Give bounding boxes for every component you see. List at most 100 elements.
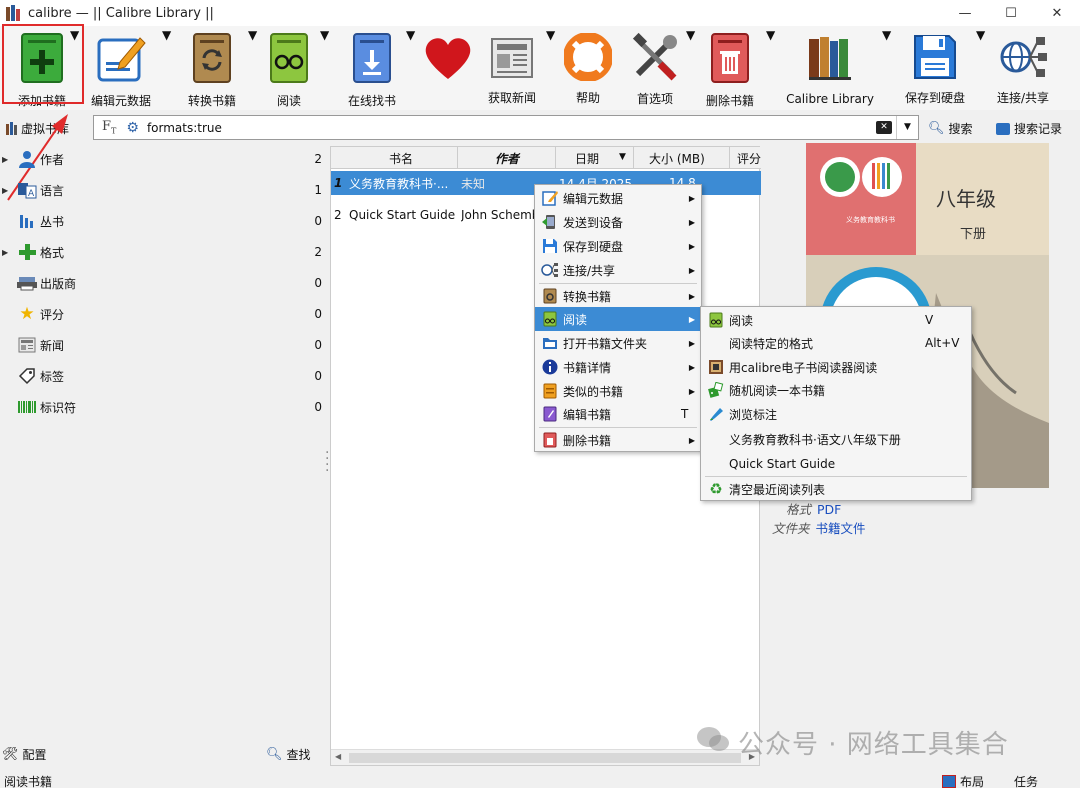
tag-category-languages[interactable]: ▶ A 语言 1	[0, 175, 326, 205]
read-book-label: 阅读	[276, 94, 301, 108]
edit-metadata-button[interactable]: 编辑元数据	[86, 28, 156, 108]
menu-item-send-to-device[interactable]: 发送到设备 ▶	[535, 210, 701, 234]
configure-button[interactable]: 🛠︎ 配置	[2, 746, 47, 763]
save-to-disk-button[interactable]: 保存到硬盘	[898, 28, 972, 106]
save-to-disk-label: 保存到硬盘	[904, 91, 965, 105]
title-bar: calibre — || Calibre Library || — ☐ ✕	[0, 0, 1080, 26]
menu-item-convert-book[interactable]: 转换书籍 ▶	[535, 284, 701, 308]
convert-book-button[interactable]: 转换书籍	[180, 28, 244, 108]
tag-category-label: 新闻	[40, 338, 65, 353]
tag-category-identifiers[interactable]: 标识符 0	[0, 392, 326, 422]
preferences-button[interactable]: 首选项	[626, 28, 684, 106]
expand-arrow-icon[interactable]: ▶	[2, 248, 12, 257]
row-number: 2	[334, 208, 342, 222]
column-header-date[interactable]: 日期	[575, 150, 599, 167]
donate-button[interactable]	[420, 28, 476, 106]
submenu-item-browse-annotations[interactable]: 浏览标注	[701, 402, 971, 426]
connect-share-icon	[998, 32, 1048, 81]
submenu-item-clear-recent[interactable]: ♻ 清空最近阅读列表	[701, 477, 971, 501]
gear-icon[interactable]: ⚙	[126, 120, 139, 136]
column-header-author[interactable]: 作者	[495, 150, 519, 167]
tag-category-label: 格式	[40, 245, 65, 260]
search-input[interactable]: FT ⚙ formats:true ✕ ▼	[93, 115, 919, 140]
layout-button[interactable]: 布局	[942, 773, 984, 788]
column-header-rating[interactable]: 评分	[737, 150, 761, 167]
submenu-item-recent-book-1[interactable]: 义务教育教科书·语文八年级下册	[701, 427, 971, 451]
column-header-title[interactable]: 书名	[389, 150, 413, 167]
fetch-news-button[interactable]: 获取新闻	[482, 28, 542, 106]
jobs-button[interactable]: 任务	[1014, 773, 1038, 788]
expand-arrow-icon[interactable]: ▶	[2, 186, 12, 195]
menu-item-read[interactable]: 阅读 ▶	[535, 307, 701, 331]
tag-category-authors[interactable]: ▶ 作者 2	[0, 144, 326, 174]
connect-share-label: 连接/共享	[996, 91, 1050, 105]
connect-share-icon	[541, 261, 559, 279]
expand-arrow-icon[interactable]: ▶	[2, 155, 12, 164]
main-toolbar: 添加书籍 ▼ 编辑元数据 ▼ 转换书籍 ▼ 阅读 ▼ 在线找书 ▼ 获取新闻 ▼…	[0, 26, 1080, 110]
submenu-item-read[interactable]: 阅读 V	[701, 308, 971, 332]
saved-search-button[interactable]: 搜索记录	[996, 120, 1062, 137]
folder-label: 文件夹	[772, 521, 810, 536]
delete-book-label: 删除书籍	[705, 94, 754, 108]
fetch-news-dropdown-arrow[interactable]: ▼	[546, 28, 555, 106]
submenu-item-recent-book-2[interactable]: Quick Start Guide	[701, 452, 971, 476]
tag-category-count: 2	[314, 152, 322, 166]
tag-category-news[interactable]: 新闻 0	[0, 330, 326, 360]
tag-category-rating[interactable]: ★ 评分 0	[0, 299, 326, 329]
folder-line: 文件夹 书籍文件	[772, 518, 866, 537]
configure-label: 配置	[22, 748, 47, 762]
book-title-cell: 义务教育教科书·...	[349, 176, 449, 191]
maximize-button[interactable]: ☐	[988, 0, 1034, 26]
close-window-button[interactable]: ✕	[1034, 0, 1080, 26]
connect-share-button[interactable]: 连接/共享	[990, 28, 1056, 106]
get-books-dropdown-arrow[interactable]: ▼	[406, 28, 415, 106]
delete-book-icon	[541, 431, 559, 449]
cover-volume-text: 下册	[960, 227, 987, 242]
formats-link[interactable]: PDF	[817, 502, 841, 517]
read-book-dropdown-arrow[interactable]: ▼	[320, 28, 329, 106]
menu-item-edit-book[interactable]: 编辑书籍 T	[535, 402, 701, 426]
save-to-disk-dropdown-arrow[interactable]: ▼	[976, 28, 985, 106]
delete-book-button[interactable]: 删除书籍	[700, 28, 760, 108]
tag-category-tags[interactable]: 标签 0	[0, 361, 326, 391]
help-button[interactable]: 帮助	[560, 28, 616, 106]
book-author-cell: John Schember	[461, 208, 535, 222]
submenu-item-read-specific-format[interactable]: 阅读特定的格式 Alt+V	[701, 331, 971, 355]
menu-item-connect-share[interactable]: 连接/共享 ▶	[535, 258, 701, 282]
delete-book-dropdown-arrow[interactable]: ▼	[766, 28, 775, 106]
menu-item-open-folder[interactable]: 打开书籍文件夹 ▶	[535, 331, 701, 355]
minimize-button[interactable]: —	[942, 0, 988, 26]
search-history-dropdown[interactable]: ▼	[896, 116, 918, 139]
convert-book-dropdown-arrow[interactable]: ▼	[248, 28, 257, 106]
library-button[interactable]: Calibre Library	[784, 28, 876, 106]
menu-item-similar-books[interactable]: 类似的书籍 ▶	[535, 379, 701, 403]
edit-metadata-dropdown-arrow[interactable]: ▼	[162, 28, 171, 106]
preferences-dropdown-arrow[interactable]: ▼	[686, 28, 695, 106]
get-books-button[interactable]: 在线找书	[340, 28, 404, 108]
recycle-icon: ♻	[709, 480, 723, 498]
clear-search-icon[interactable]: ✕	[876, 121, 892, 134]
search-button[interactable]: 🔍︎ 搜索	[928, 120, 973, 137]
menu-item-save-to-disk[interactable]: 保存到硬盘 ▶	[535, 234, 701, 258]
submenu-item-read-with-viewer[interactable]: 用calibre电子书阅读器阅读	[701, 355, 971, 379]
jobs-label: 任务	[1014, 775, 1039, 788]
library-dropdown-arrow[interactable]: ▼	[882, 28, 891, 106]
menu-item-book-details[interactable]: 书籍详情 ▶	[535, 355, 701, 379]
menu-item-edit-metadata[interactable]: 编辑元数据 ▶	[535, 186, 701, 210]
column-header-size[interactable]: 大小 (MB)	[649, 150, 705, 167]
send-device-icon	[541, 213, 559, 231]
tag-category-count: 0	[314, 338, 322, 352]
tag-category-publishers[interactable]: 出版商 0	[0, 268, 326, 298]
field-type-icon: FT	[102, 119, 117, 136]
read-book-icon	[541, 310, 559, 328]
tag-category-formats[interactable]: ▶ 格式 2	[0, 237, 326, 267]
read-book-button[interactable]: 阅读	[262, 28, 316, 108]
folder-link[interactable]: 书籍文件	[816, 521, 866, 536]
tag-category-series[interactable]: 丛书 0	[0, 206, 326, 236]
submenu-item-read-random[interactable]: 随机阅读一本书籍	[701, 378, 971, 402]
similar-books-icon	[541, 382, 559, 400]
splitter-handle[interactable]: · · · ·	[325, 446, 329, 478]
menu-item-delete-book[interactable]: 删除书籍 ▶	[535, 428, 701, 452]
find-button[interactable]: 🔍︎ 查找	[266, 746, 311, 763]
shortcut-text: Alt+V	[925, 336, 960, 350]
